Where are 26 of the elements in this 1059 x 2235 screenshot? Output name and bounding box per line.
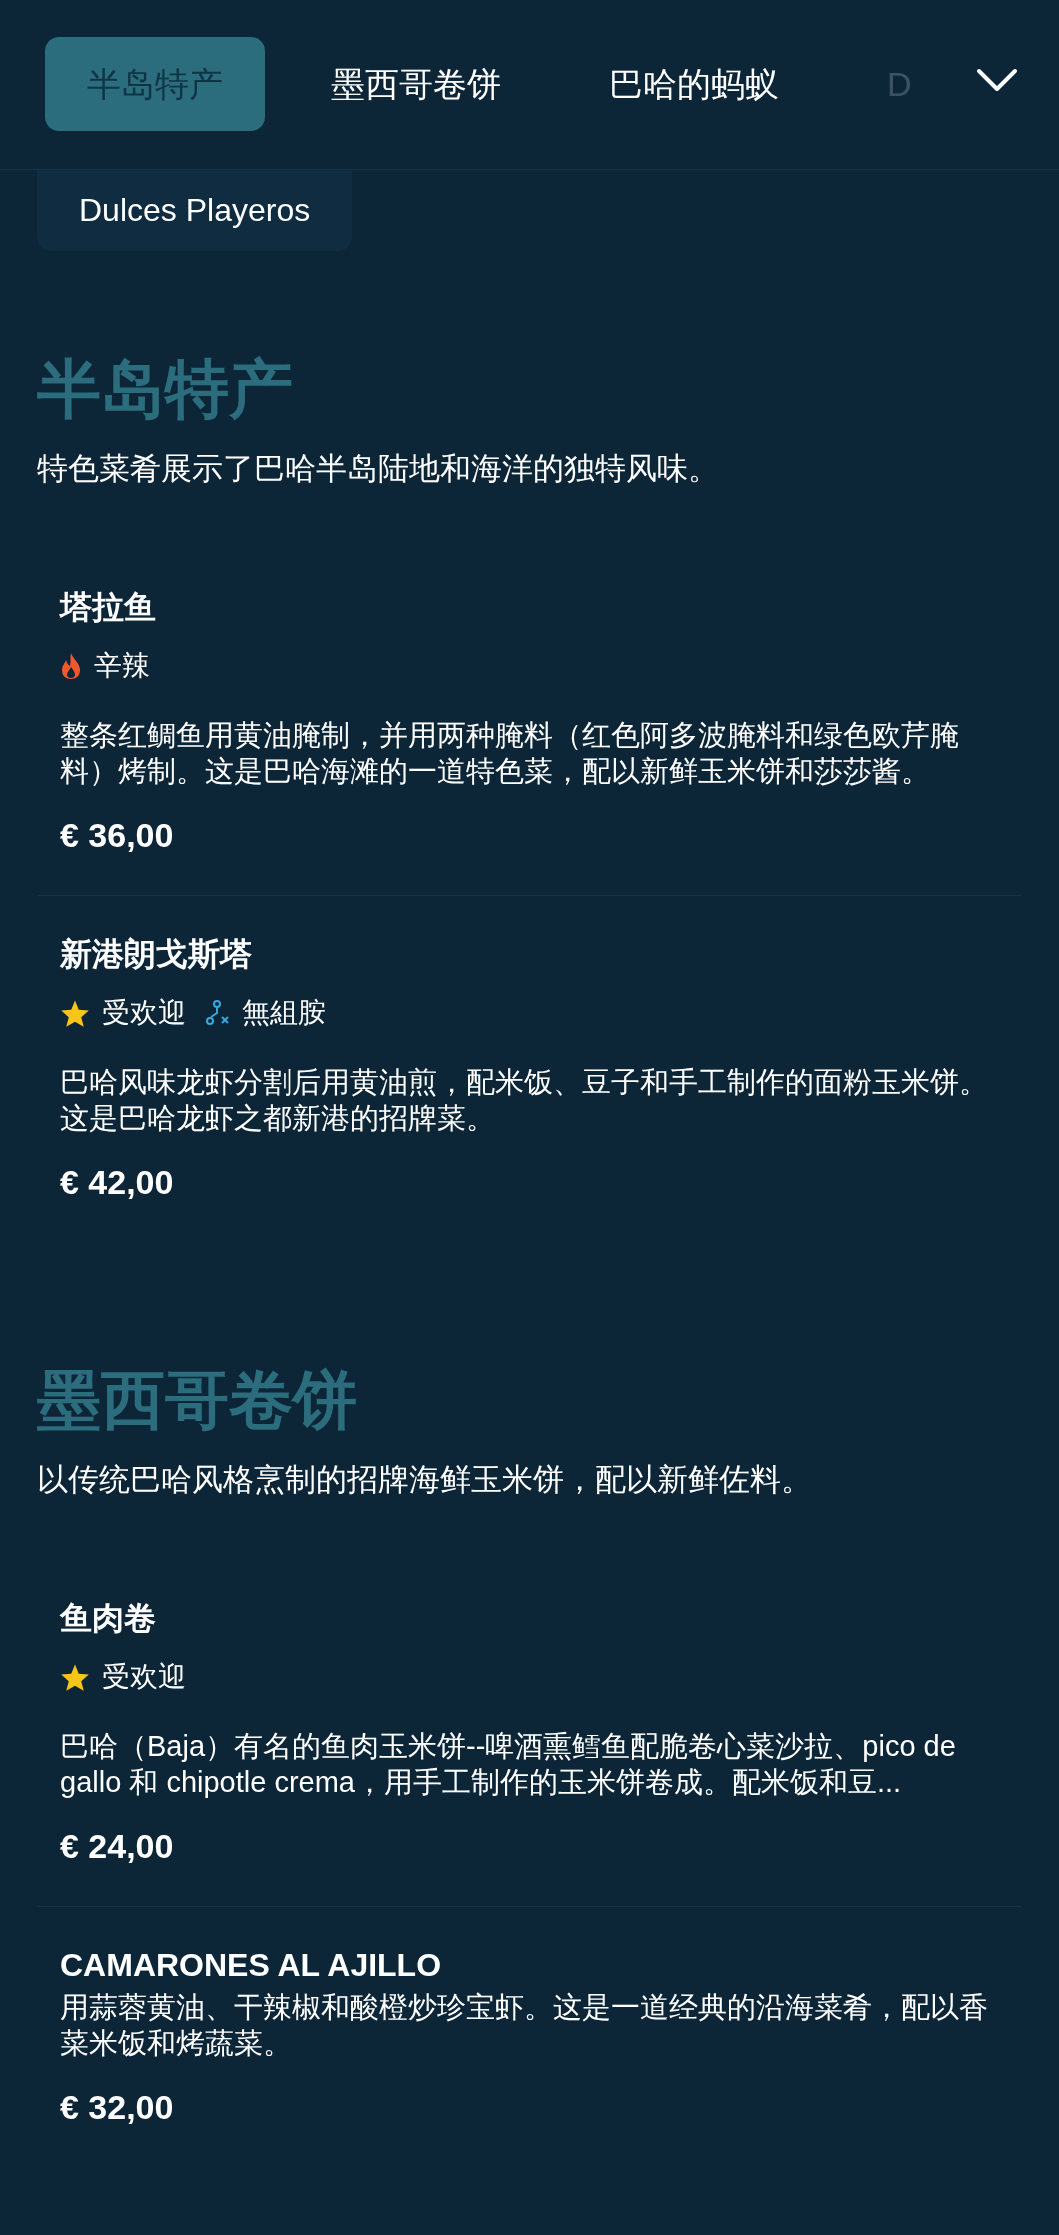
subcategory-tab[interactable]: Dulces Playeros bbox=[37, 169, 353, 251]
section-title: 墨西哥卷饼 bbox=[37, 1363, 358, 1438]
category-tab[interactable]: 巴哈的蚂蚁 bbox=[567, 37, 821, 131]
dish-description: 用蒜蓉黄油、干辣椒和酸橙炒珍宝虾。这是一道经典的沿海菜肴，配以香菜米饭和烤蔬菜。 bbox=[60, 1990, 989, 2061]
dish-tag: 受欢迎 bbox=[102, 1656, 186, 1698]
dish-name: 塔拉鱼 bbox=[60, 588, 157, 627]
chevron-down-icon[interactable] bbox=[975, 67, 1019, 93]
section-title: 半岛特产 bbox=[37, 352, 294, 427]
dish-price: € 24,00 bbox=[60, 1826, 175, 1867]
dish-name: 新港朗戈斯塔 bbox=[60, 935, 253, 974]
dish-tag: 辛辣 bbox=[94, 645, 150, 687]
dish-name: 鱼肉卷 bbox=[60, 1599, 157, 1638]
dish-price: € 32,00 bbox=[60, 2087, 175, 2128]
section-description: 以传统巴哈风格烹制的招牌海鲜玉米饼，配以新鲜佐料。 bbox=[37, 1461, 813, 1499]
molecule-icon bbox=[204, 999, 230, 1027]
dish-name: CAMARONES AL AJILLO bbox=[60, 1946, 443, 1985]
dish-description: 巴哈（Baja）有名的鱼肉玉米饼--啤酒熏鳕鱼配脆卷心菜沙拉、pico de gallo 和 chipotle crema，用手工制作的玉米饼卷成。配米饭和豆... bbox=[60, 1729, 957, 1800]
section-description: 特色菜肴展示了巴哈半岛陆地和海洋的独特风味。 bbox=[37, 450, 720, 488]
dish-tag: 無組胺 bbox=[242, 992, 326, 1034]
dish-price: € 36,00 bbox=[60, 815, 175, 856]
dish-description: 整条红鲷鱼用黄油腌制，并用两种腌料（红色阿多波腌料和绿色欧芹腌料）烤制。这是巴哈海滩的一道特色菜，配以新鲜玉米饼和莎莎酱。 bbox=[60, 718, 960, 789]
dish-price: € 42,00 bbox=[60, 1162, 175, 1203]
category-tab[interactable]: 墨西哥卷饼 bbox=[289, 37, 543, 131]
dish-tag: 受欢迎 bbox=[102, 992, 186, 1034]
flame-icon bbox=[60, 652, 82, 680]
dish-description: 巴哈风味龙虾分割后用黄油煎，配米饭、豆子和手工制作的面粉玉米饼。这是巴哈龙虾之都新港的招牌菜。 bbox=[60, 1065, 989, 1136]
